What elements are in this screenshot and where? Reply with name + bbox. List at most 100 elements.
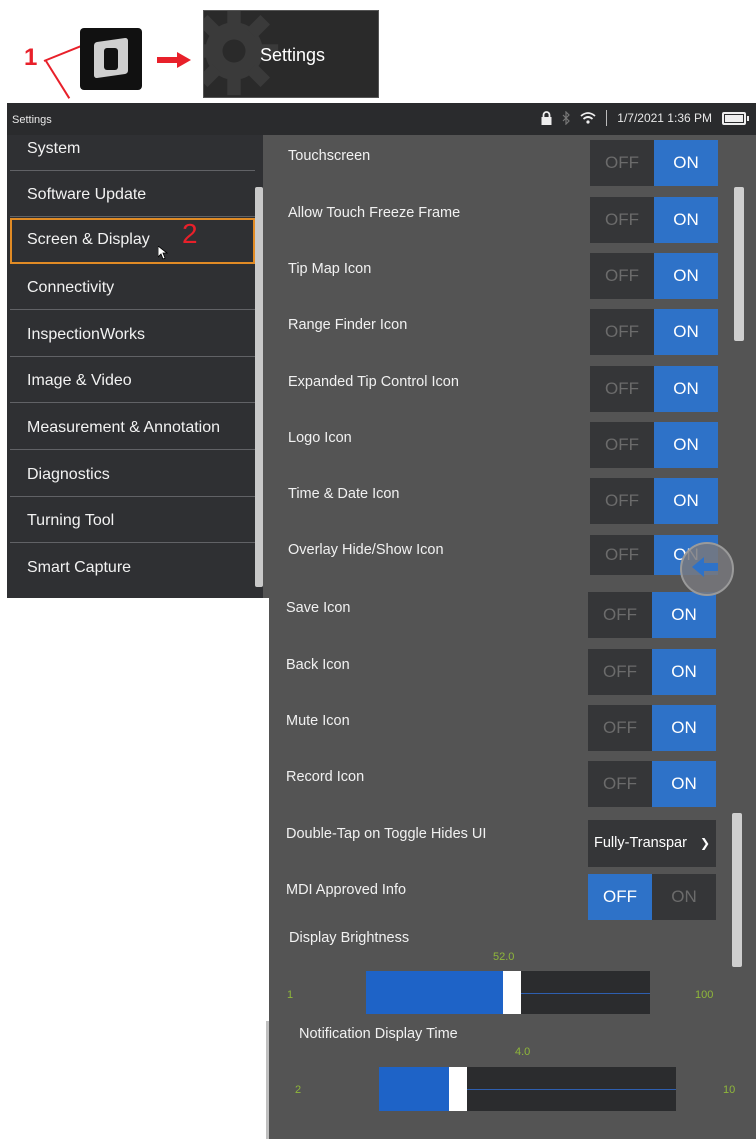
- status-datetime: 1/7/2021 1:36 PM: [617, 111, 712, 125]
- notification-min: 2: [295, 1084, 302, 1096]
- notification-value: 4.0: [515, 1046, 531, 1058]
- sidebar-item-measurement-annotation[interactable]: Measurement & Annotation: [10, 406, 255, 450]
- step-2-label: 2: [182, 218, 198, 249]
- toggle-on-option[interactable]: ON: [654, 309, 718, 355]
- settings-tile[interactable]: Settings: [203, 10, 379, 98]
- sidebar-item-screen-display[interactable]: Screen & Display: [10, 218, 255, 264]
- notification-slider[interactable]: [379, 1067, 676, 1111]
- arrow-right-icon: [157, 52, 191, 68]
- setting-label-overlay-hide-show-icon: Overlay Hide/Show Icon: [288, 542, 444, 558]
- toggle-off-option[interactable]: OFF: [590, 478, 654, 524]
- setting-label-touchscreen: Touchscreen: [288, 148, 371, 164]
- notification-title: Notification Display Time: [299, 1026, 458, 1042]
- settings-tile-label: Settings: [260, 45, 326, 65]
- double-tap-select-value: Fully-Transpar: [594, 835, 687, 851]
- toggle-on-option[interactable]: ON: [654, 478, 718, 524]
- battery-icon: [722, 111, 749, 125]
- setting-label-touch-freeze-frame: Allow Touch Freeze Frame: [288, 205, 461, 221]
- brightness-slider[interactable]: [366, 971, 650, 1014]
- chevron-down-icon: ❯: [699, 836, 710, 850]
- lock-icon: [541, 111, 552, 125]
- sidebar-item-connectivity[interactable]: Connectivity: [10, 266, 255, 310]
- sidebar-item-smart-capture[interactable]: Smart Capture: [10, 546, 255, 590]
- sidebar-item-software-update[interactable]: Software Update: [10, 173, 255, 217]
- toggle-off-option[interactable]: OFF: [588, 592, 652, 638]
- sidebar-scrollbar[interactable]: [255, 187, 263, 587]
- toggle-off-option[interactable]: OFF: [590, 422, 654, 468]
- back-arrow-icon: [692, 557, 718, 577]
- setting-label-logo-icon: Logo Icon: [288, 430, 352, 446]
- toggle-touchscreen[interactable]: OFF ON: [590, 140, 718, 186]
- wifi-icon: [580, 112, 596, 124]
- sidebar-item-diagnostics[interactable]: Diagnostics: [10, 453, 255, 497]
- toggle-off-option[interactable]: OFF: [590, 140, 654, 186]
- toggle-touch-freeze-frame[interactable]: OFF ON: [590, 197, 718, 243]
- toggle-save-icon[interactable]: OFF ON: [588, 592, 716, 638]
- brightness-min: 1: [287, 989, 294, 1001]
- setting-label-expanded-tip-control-icon: Expanded Tip Control Icon: [288, 374, 459, 390]
- setting-label-double-tap: Double-Tap on Toggle Hides UI: [286, 826, 487, 842]
- callout-line-1: [43, 45, 82, 62]
- toggle-off-option[interactable]: OFF: [588, 761, 652, 807]
- toggle-record-icon[interactable]: OFF ON: [588, 761, 716, 807]
- settings-sidebar: System Software Update Screen & Display …: [7, 135, 263, 598]
- toggle-mute-icon[interactable]: OFF ON: [588, 705, 716, 751]
- bluetooth-icon: [562, 111, 571, 125]
- sidebar-item-turning-tool[interactable]: Turning Tool: [10, 499, 255, 543]
- settings-app-icon[interactable]: [80, 28, 142, 90]
- panel-edge: [266, 1021, 269, 1139]
- slider-thumb[interactable]: [449, 1067, 467, 1111]
- toggle-range-finder-icon[interactable]: OFF ON: [590, 309, 718, 355]
- setting-label-mute-icon: Mute Icon: [286, 713, 350, 729]
- brightness-max: 100: [695, 989, 714, 1001]
- toggle-off-option[interactable]: OFF: [588, 649, 652, 695]
- sidebar-item-image-video[interactable]: Image & Video: [10, 359, 255, 403]
- toggle-off-option[interactable]: OFF: [588, 705, 652, 751]
- toggle-off-option[interactable]: OFF: [588, 874, 652, 920]
- toggle-tip-map-icon[interactable]: OFF ON: [590, 253, 718, 299]
- toggle-mdi-approved-info[interactable]: OFF ON: [588, 874, 716, 920]
- toggle-on-option[interactable]: ON: [652, 705, 716, 751]
- step-1-label: 1: [24, 44, 38, 71]
- toggle-on-option[interactable]: ON: [654, 253, 718, 299]
- toggle-expanded-tip-control-icon[interactable]: OFF ON: [590, 366, 718, 412]
- toggle-on-option[interactable]: ON: [652, 592, 716, 638]
- sidebar-item-system[interactable]: System: [10, 127, 255, 171]
- setting-label-back-icon: Back Icon: [286, 657, 350, 673]
- setting-label-tip-map-icon: Tip Map Icon: [288, 261, 372, 277]
- status-bar-title: Settings: [12, 114, 52, 126]
- back-arrow-button[interactable]: [680, 542, 734, 596]
- settings-scrollbar-top[interactable]: [734, 187, 744, 341]
- setting-label-time-date-icon: Time & Date Icon: [288, 486, 400, 502]
- toggle-back-icon[interactable]: OFF ON: [588, 649, 716, 695]
- slider-fill: [379, 1067, 449, 1111]
- setting-label-save-icon: Save Icon: [286, 600, 351, 616]
- toggle-on-option[interactable]: ON: [654, 197, 718, 243]
- toggle-time-date-icon[interactable]: OFF ON: [590, 478, 718, 524]
- mouse-pointer-icon: [158, 246, 168, 260]
- toggle-on-option[interactable]: ON: [654, 140, 718, 186]
- toggle-off-option[interactable]: OFF: [590, 535, 654, 575]
- toggle-logo-icon[interactable]: OFF ON: [590, 422, 718, 468]
- status-separator: [606, 110, 608, 126]
- sidebar-item-inspectionworks[interactable]: InspectionWorks: [10, 313, 255, 357]
- toggle-on-option[interactable]: ON: [654, 366, 718, 412]
- toggle-off-option[interactable]: OFF: [590, 366, 654, 412]
- double-tap-select[interactable]: Fully-Transpar ❯: [588, 820, 716, 867]
- setting-label-mdi-approved-info: MDI Approved Info: [286, 882, 407, 898]
- toggle-off-option[interactable]: OFF: [590, 253, 654, 299]
- slider-fill: [366, 971, 503, 1014]
- toggle-on-option[interactable]: ON: [652, 761, 716, 807]
- slider-thumb[interactable]: [503, 971, 521, 1014]
- setting-label-range-finder-icon: Range Finder Icon: [288, 317, 408, 333]
- toggle-off-option[interactable]: OFF: [590, 197, 654, 243]
- brightness-value: 52.0: [493, 951, 515, 963]
- toggle-on-option[interactable]: ON: [654, 422, 718, 468]
- toggle-on-option[interactable]: ON: [652, 649, 716, 695]
- setting-label-record-icon: Record Icon: [286, 769, 365, 785]
- settings-scrollbar-bottom[interactable]: [732, 813, 742, 967]
- callout-line-2: [45, 60, 71, 99]
- toggle-on-option[interactable]: ON: [652, 874, 716, 920]
- brightness-title: Display Brightness: [289, 930, 410, 946]
- toggle-off-option[interactable]: OFF: [590, 309, 654, 355]
